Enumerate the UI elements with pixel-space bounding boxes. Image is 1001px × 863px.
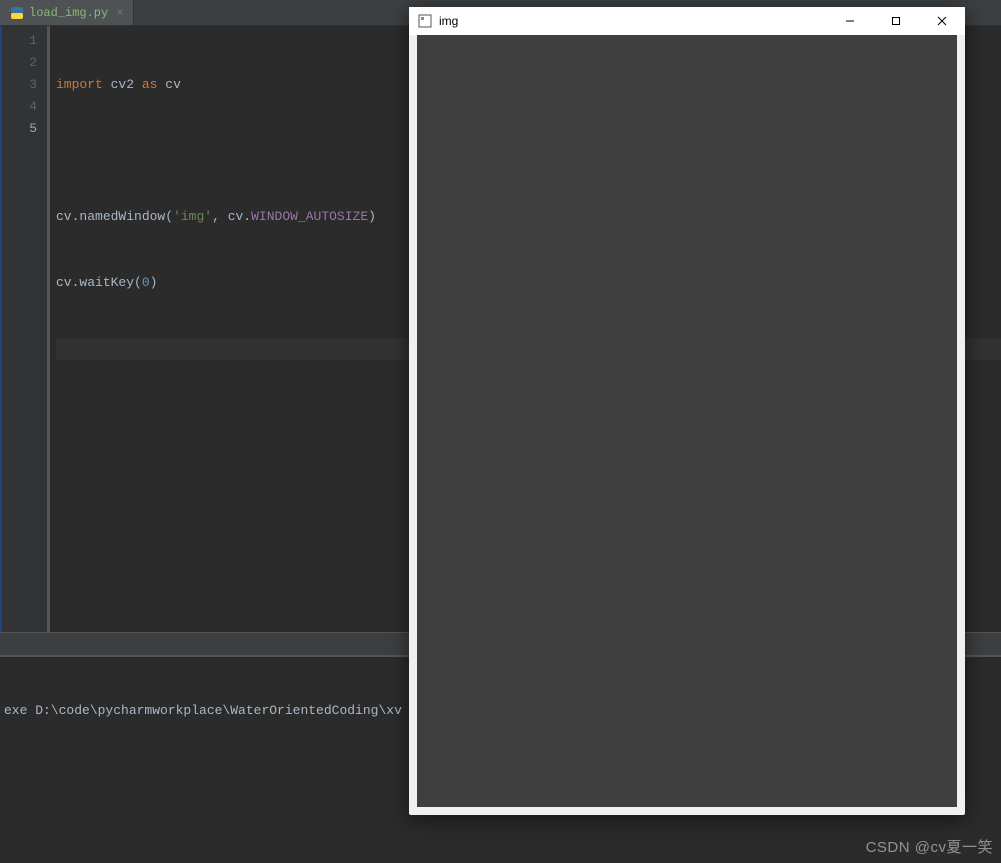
alias-name: cv xyxy=(165,77,181,92)
paren-close: ) xyxy=(368,209,376,224)
window-title: img xyxy=(439,14,458,28)
window-canvas xyxy=(417,35,957,807)
minimize-button[interactable] xyxy=(827,7,873,35)
file-tab[interactable]: load_img.py × xyxy=(0,0,134,25)
function-name: namedWindow xyxy=(79,209,165,224)
window-controls xyxy=(827,7,965,35)
line-number-gutter: 1 2 3 4 5 xyxy=(0,26,50,632)
string-literal: 'img' xyxy=(173,209,212,224)
line-number: 2 xyxy=(0,52,37,74)
number-literal: 0 xyxy=(142,275,150,290)
python-file-icon xyxy=(10,6,24,20)
tab-filename: load_img.py xyxy=(29,6,108,20)
maximize-button[interactable] xyxy=(873,7,919,35)
keyword-import: import xyxy=(56,77,103,92)
editor-left-highlight xyxy=(0,26,2,632)
paren-open: ( xyxy=(134,275,142,290)
paren-open: ( xyxy=(165,209,173,224)
line-number: 4 xyxy=(0,96,37,118)
close-button[interactable] xyxy=(919,7,965,35)
line-number: 3 xyxy=(0,74,37,96)
watermark-text: CSDN @cv夏一笑 xyxy=(866,836,993,857)
dot: . xyxy=(243,209,251,224)
window-app-icon xyxy=(417,13,433,29)
module-name: cv2 xyxy=(111,77,134,92)
keyword-as: as xyxy=(142,77,158,92)
opencv-window[interactable]: img xyxy=(409,7,965,815)
line-number-current: 5 xyxy=(0,118,37,140)
object-ref: cv xyxy=(56,209,72,224)
tab-close-icon[interactable]: × xyxy=(116,6,123,20)
object-ref: cv xyxy=(228,209,244,224)
comma: , xyxy=(212,209,228,224)
paren-close: ) xyxy=(150,275,158,290)
constant-name: WINDOW_AUTOSIZE xyxy=(251,209,368,224)
line-number: 1 xyxy=(0,30,37,52)
window-titlebar[interactable]: img xyxy=(409,7,965,35)
function-name: waitKey xyxy=(79,275,134,290)
object-ref: cv xyxy=(56,275,72,290)
